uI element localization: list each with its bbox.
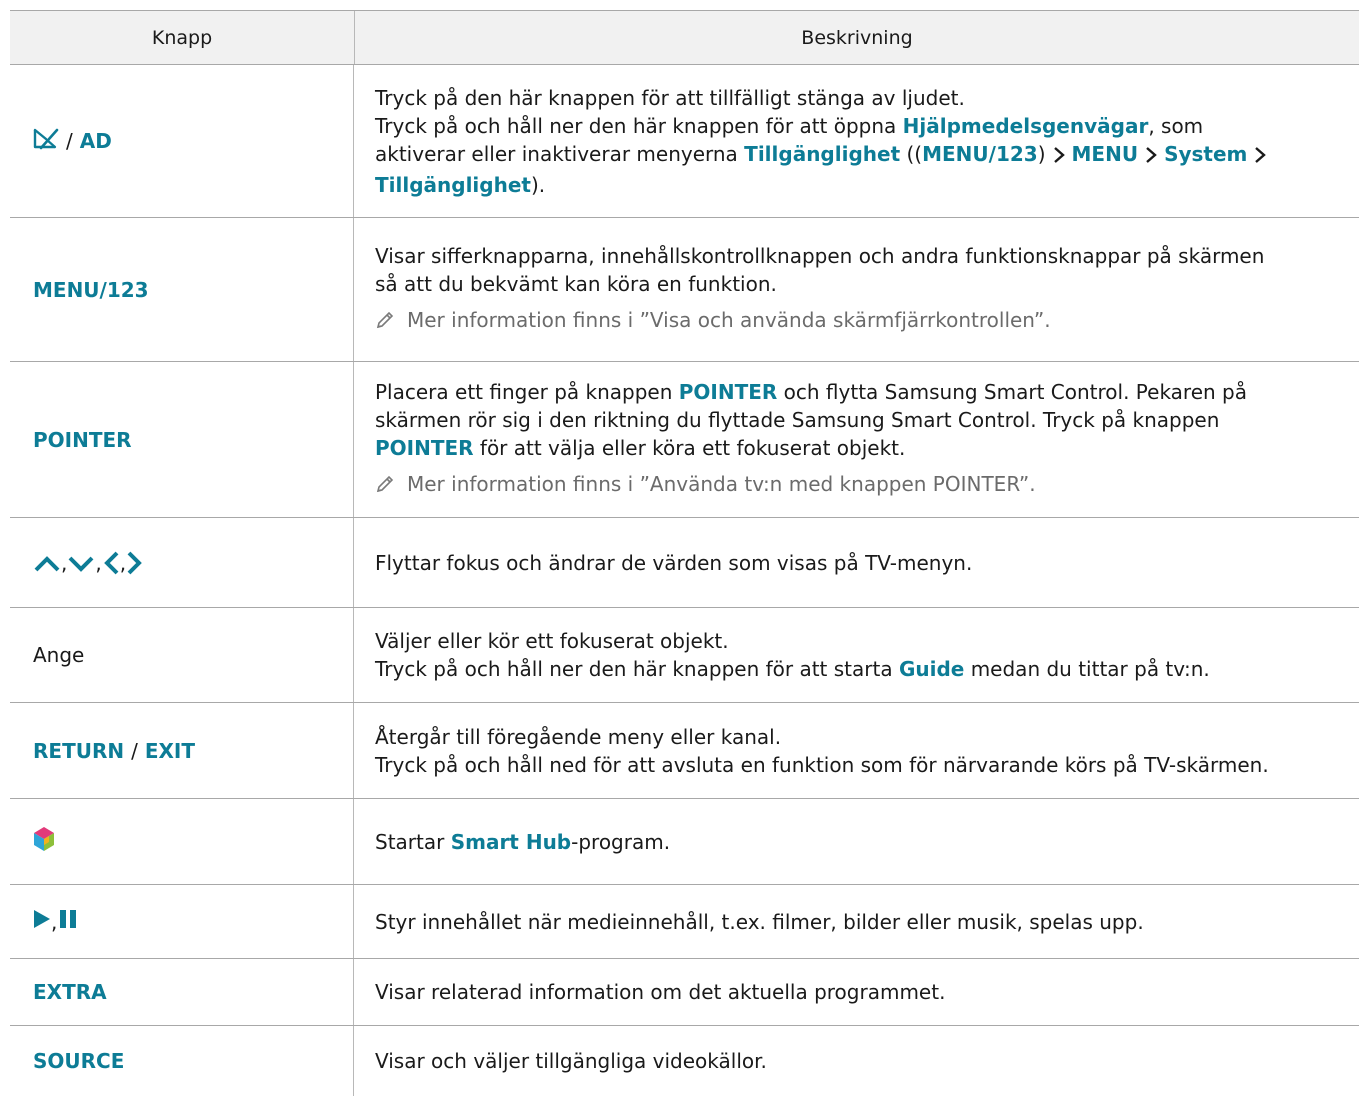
table-row-pointer: POINTER Placera ett finger på knappen PO… <box>10 362 1359 518</box>
term-menu123: MENU/123 <box>922 141 1038 166</box>
term-pointer: POINTER <box>678 380 778 404</box>
table-row-mute-ad: / AD Tryck på den här knappen för att ti… <box>10 65 1359 218</box>
header-knapp: Knapp <box>10 11 355 64</box>
description-line: POINTER för att välja eller köra ett fok… <box>375 436 906 460</box>
chevron-right-icon <box>1053 143 1065 171</box>
up-arrow-icon <box>33 551 61 575</box>
chevron-right-icon <box>1145 143 1157 171</box>
key-cell: SOURCE <box>10 1026 354 1096</box>
description-cell: Visar relaterad information om det aktue… <box>354 959 1359 1025</box>
description-cell: Startar Smart Hub-program. <box>354 799 1359 884</box>
header-beskrivning: Beskrivning <box>801 26 913 49</box>
description-line: Flyttar fokus och ändrar de värden som v… <box>375 550 973 575</box>
table-row-return-exit: RETURN / EXIT Återgår till föregående me… <box>10 703 1359 799</box>
term-tillganglighet: Tillgänglighet <box>375 172 531 197</box>
pause-icon <box>59 909 77 934</box>
description-line: Tryck på och håll ned för att avsluta en… <box>375 752 1269 777</box>
key-menu123: MENU/123 <box>33 277 149 302</box>
description-cell: Tryck på den här knappen för att tillfäl… <box>354 65 1359 217</box>
description-line: Startar Smart Hub-program. <box>375 829 671 854</box>
key-ad: AD <box>79 129 112 153</box>
right-arrow-icon <box>126 549 144 576</box>
key-cell: / AD <box>10 65 354 217</box>
description-cell: Flyttar fokus och ändrar de värden som v… <box>354 518 1359 607</box>
description-line: Tryck på den här knappen för att tillfäl… <box>375 85 965 110</box>
description-line: Placera ett finger på knappen POINTER oc… <box>375 380 1247 404</box>
key-return: RETURN <box>33 738 125 763</box>
key-source: SOURCE <box>33 1049 125 1073</box>
key-cell: MENU/123 <box>10 218 354 361</box>
key-cell: RETURN / EXIT <box>10 703 354 798</box>
smart-hub-icon <box>33 826 55 857</box>
key-separator: / <box>131 738 138 763</box>
description-line: Tryck på och håll ner den här knappen fö… <box>375 113 1204 138</box>
key-cell: , , , <box>10 518 354 607</box>
table-row-smarthub: Startar Smart Hub-program. <box>10 799 1359 885</box>
table-header: Knapp Beskrivning <box>10 10 1359 65</box>
key-cell: Ange <box>10 608 354 702</box>
mute-icon <box>33 127 59 156</box>
remote-buttons-table: Knapp Beskrivning / AD Tryck på den här … <box>10 10 1359 1096</box>
play-icon <box>33 909 51 934</box>
note-text: Mer information finns i ”Använda tv:n me… <box>407 472 1036 496</box>
description-line: Tillgänglighet). <box>375 172 546 197</box>
link-hjalpmedelsgenvagar: Hjälpmedelsgenvägar <box>902 113 1149 138</box>
term-pointer: POINTER <box>375 436 474 460</box>
key-ange: Ange <box>33 643 85 667</box>
description-line: Visar relaterad information om det aktue… <box>375 980 946 1004</box>
note-text: Mer information finns i ”Visa och använd… <box>407 308 1051 332</box>
key-cell <box>10 799 354 884</box>
description-cell: Placera ett finger på knappen POINTER oc… <box>354 362 1359 517</box>
term-system: System <box>1164 141 1248 166</box>
pencil-icon <box>375 309 395 337</box>
description-cell: Återgår till föregående meny eller kanal… <box>354 703 1359 798</box>
table-row-menu123: MENU/123 Visar sifferknapparna, innehåll… <box>10 218 1359 362</box>
term-smart-hub: Smart Hub <box>450 829 572 854</box>
key-separator: / <box>66 129 73 153</box>
description-line: Återgår till föregående meny eller kanal… <box>375 724 782 749</box>
description-line: så att du bekvämt kan köra en funktion. <box>375 272 777 296</box>
description-line: skärmen rör sig i den riktning du flytta… <box>375 408 1220 432</box>
description-cell: Visar och väljer tillgängliga videokällo… <box>354 1026 1359 1096</box>
table-row-extra: EXTRA Visar relaterad information om det… <box>10 959 1359 1026</box>
table-row-arrows: , , , Flyttar fokus och ändrar de värden… <box>10 518 1359 608</box>
description-line: aktiverar eller inaktiverar menyerna Til… <box>375 140 1355 171</box>
key-cell: , <box>10 885 354 958</box>
description-line: Tryck på och håll ner den här knappen fö… <box>375 657 1210 681</box>
chevron-right-icon <box>1254 143 1267 171</box>
description-line: Visar sifferknapparna, innehållskontroll… <box>375 244 1265 268</box>
key-pointer: POINTER <box>33 427 132 452</box>
key-cell: POINTER <box>10 362 354 517</box>
term-menu: MENU <box>1071 141 1139 166</box>
key-exit: EXIT <box>144 738 196 763</box>
table-row-ange: Ange Väljer eller kör ett fokuserat obje… <box>10 608 1359 703</box>
description-line: Väljer eller kör ett fokuserat objekt. <box>375 629 729 653</box>
table-row-source: SOURCE Visar och väljer tillgängliga vid… <box>10 1026 1359 1096</box>
pencil-icon <box>375 473 395 501</box>
description-line: Visar och väljer tillgängliga videokällo… <box>375 1049 767 1073</box>
key-cell: EXTRA <box>10 959 354 1025</box>
description-line: Styr innehållet när medieinnehåll, t.ex.… <box>375 909 1144 934</box>
down-arrow-icon <box>67 551 95 575</box>
description-cell: Väljer eller kör ett fokuserat objekt. T… <box>354 608 1359 702</box>
note-line: Mer information finns i ”Visa och använd… <box>375 306 1355 337</box>
key-extra: EXTRA <box>33 980 107 1004</box>
note-line: Mer information finns i ”Använda tv:n me… <box>375 470 1355 501</box>
description-cell: Styr innehållet när medieinnehåll, t.ex.… <box>354 885 1359 958</box>
table-row-play-pause: , Styr innehållet när medieinnehåll, t.e… <box>10 885 1359 959</box>
left-arrow-icon <box>102 549 120 576</box>
description-cell: Visar sifferknapparna, innehållskontroll… <box>354 218 1359 361</box>
term-guide: Guide <box>898 657 965 681</box>
term-tillganglighet: Tillgänglighet <box>744 141 901 166</box>
